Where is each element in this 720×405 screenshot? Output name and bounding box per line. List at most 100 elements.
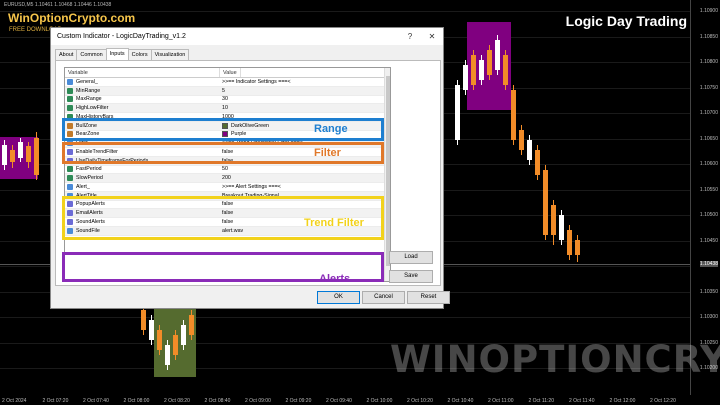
- time-tick: 2 Oct 2024: [2, 398, 27, 404]
- inputs-panel: Variable Value General_ >>== Indicator Se…: [55, 60, 441, 286]
- candle-body: [26, 146, 31, 162]
- candle-body: [2, 145, 7, 165]
- time-tick: 2 Oct 11:40: [569, 398, 595, 404]
- candle-body: [181, 325, 186, 345]
- table-scrollbar[interactable]: [384, 68, 390, 281]
- table-row[interactable]: General_ >>== Indicator Settings ===<: [65, 78, 390, 87]
- value-text: 50: [222, 166, 228, 173]
- save-button[interactable]: Save: [389, 270, 433, 283]
- time-tick: 2 Oct 10:00: [366, 398, 393, 404]
- range-label: Range: [314, 123, 348, 135]
- help-icon[interactable]: ?: [399, 32, 421, 41]
- num-type-icon: [67, 96, 73, 103]
- candle-body: [34, 138, 39, 175]
- table-row[interactable]: HighLowFilter 10: [65, 104, 390, 113]
- variable-name: FastPeriod: [76, 166, 102, 173]
- value-cell[interactable]: >>== Alert Settings ===<: [220, 184, 281, 190]
- candle-body: [165, 345, 170, 365]
- alerts-label: Alerts: [319, 273, 351, 285]
- price-tick: 1.10900: [699, 8, 718, 14]
- ok-button[interactable]: OK: [317, 291, 360, 304]
- variable-name: MinRange: [76, 87, 101, 94]
- tab-inputs[interactable]: Inputs: [105, 48, 129, 60]
- time-tick: 2 Oct 10:20: [407, 398, 433, 404]
- price-tick: 1.10750: [699, 84, 718, 91]
- candle-body: [487, 50, 492, 75]
- value-text: >>== Indicator Settings ===<: [222, 78, 291, 85]
- tab-about[interactable]: About: [55, 49, 78, 60]
- variable-name: SlowPeriod: [76, 175, 103, 182]
- num-type-icon: [67, 87, 73, 94]
- price-axis: 1.10900 1.10850 1.10800 1.10750 1.10700 1.106…: [690, 0, 720, 395]
- custom-indicator-dialog: Custom Indicator - LogicDayTrading_v1.2 …: [50, 27, 450, 309]
- time-tick: 2 Oct 09:00: [245, 398, 271, 404]
- candle-body: [543, 170, 548, 235]
- ab-type-icon: [67, 78, 73, 85]
- price-tick: 1.10500: [699, 212, 718, 218]
- filter-label: Filter: [314, 147, 341, 159]
- price-tick: 1.10800: [699, 59, 718, 65]
- watermark: WINOPTIONCRYPTO.COM: [390, 338, 720, 381]
- candle-body: [18, 142, 23, 158]
- time-tick: 2 Oct 08:40: [204, 398, 231, 404]
- num-type-icon: [67, 175, 73, 182]
- symbol-info: EURUSD,M5 1.10461 1.10468 1.10446 1.1043…: [4, 2, 112, 8]
- reset-button[interactable]: Reset: [407, 291, 450, 304]
- time-tick: 2 Oct 07:20: [42, 398, 69, 404]
- value-text: 30: [222, 96, 228, 103]
- variable-cell: MinRange: [65, 87, 220, 94]
- load-button[interactable]: Load: [389, 251, 433, 264]
- price-tick: 1.10550: [699, 186, 718, 193]
- variable-cell: MaxRange: [65, 96, 220, 103]
- candle-body: [519, 130, 524, 150]
- table-row[interactable]: MaxRange 30: [65, 96, 390, 105]
- column-value[interactable]: Value: [220, 68, 241, 77]
- variable-cell: FastPeriod: [65, 166, 220, 173]
- brand-logo: WinOptionCrypto.com: [8, 11, 136, 25]
- time-tick: 2 Oct 12:00: [609, 398, 636, 404]
- column-variable[interactable]: Variable: [65, 68, 220, 77]
- tab-common[interactable]: Common: [76, 49, 107, 60]
- inputs-table: Variable Value General_ >>== Indicator Se…: [64, 67, 391, 282]
- candle-body: [463, 65, 468, 90]
- value-cell[interactable]: >>== Indicator Settings ===<: [220, 79, 291, 85]
- time-tick: 2 Oct 09:20: [285, 398, 312, 404]
- value-cell[interactable]: 200: [220, 175, 231, 181]
- time-tick: 2 Oct 10:40: [447, 398, 474, 404]
- candle-body: [173, 335, 178, 355]
- value-cell[interactable]: 10: [220, 105, 228, 111]
- tab-visualization[interactable]: Visualization: [150, 49, 190, 60]
- variable-cell: General_: [65, 78, 220, 85]
- num-type-icon: [67, 166, 73, 173]
- price-tick: 1.10450: [699, 237, 718, 244]
- candle-body: [551, 205, 556, 235]
- dialog-title: Custom Indicator - LogicDayTrading_v1.2: [57, 33, 186, 40]
- table-row[interactable]: MinRange 5: [65, 86, 390, 96]
- table-row[interactable]: Alert_ >>== Alert Settings ===<: [65, 183, 390, 192]
- price-tick: 1.10600: [699, 161, 718, 167]
- value-cell[interactable]: 5: [220, 88, 225, 94]
- candle-body: [559, 215, 564, 240]
- price-tick: 1.10650: [699, 135, 718, 142]
- table-row[interactable]: SlowPeriod 200: [65, 174, 390, 183]
- variable-name: Alert_: [76, 183, 90, 190]
- close-icon[interactable]: ✕: [421, 32, 443, 41]
- table-row[interactable]: FastPeriod 50: [65, 166, 390, 175]
- time-axis: 2 Oct 2024 2 Oct 07:20 2 Oct 07:40 2 Oct 08…: [0, 395, 720, 405]
- candle-body: [511, 90, 516, 140]
- trend-filter-label: Trend Filter: [304, 217, 364, 229]
- scrollbar-thumb[interactable]: [386, 76, 390, 266]
- price-tick: 1.10350: [699, 288, 718, 295]
- value-cell[interactable]: 50: [220, 166, 228, 172]
- time-tick: 2 Oct 11:00: [488, 398, 514, 404]
- value-text: 200: [222, 175, 231, 182]
- candle-body: [575, 240, 580, 255]
- candle-body: [10, 150, 15, 162]
- cancel-button[interactable]: Cancel: [362, 291, 405, 304]
- time-tick: 2 Oct 08:00: [123, 398, 150, 404]
- tab-colors[interactable]: Colors: [127, 49, 152, 60]
- candle-body: [535, 150, 540, 175]
- value-cell[interactable]: 30: [220, 96, 228, 102]
- candle-body: [567, 230, 572, 255]
- dialog-titlebar: Custom Indicator - LogicDayTrading_v1.2 …: [51, 28, 443, 45]
